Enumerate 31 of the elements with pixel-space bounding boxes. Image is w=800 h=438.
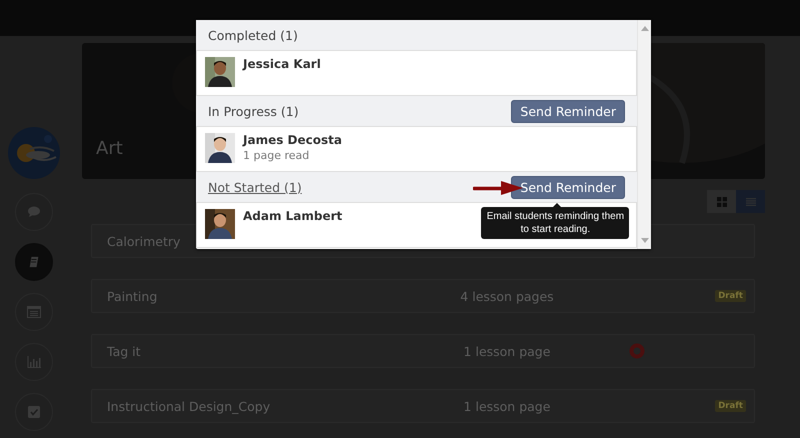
list-view-button[interactable] bbox=[736, 190, 765, 213]
page-count: 1 lesson page bbox=[462, 344, 552, 358]
sidebar-item[interactable] bbox=[15, 393, 53, 431]
scroll-down-icon[interactable] bbox=[640, 238, 648, 243]
chat-icon bbox=[27, 206, 41, 218]
bar-chart-icon bbox=[27, 356, 41, 368]
lesson-title: Painting bbox=[107, 288, 158, 304]
arrow-annotation bbox=[473, 180, 523, 196]
status-badge: Draft bbox=[715, 400, 746, 412]
sidebar-item[interactable] bbox=[15, 243, 53, 281]
grid-view-button[interactable] bbox=[707, 190, 736, 213]
grid-icon bbox=[716, 196, 726, 206]
page-count: 4 lesson pages bbox=[459, 288, 555, 304]
checkbox-icon bbox=[27, 406, 41, 418]
send-reminder-button[interactable]: Send Reminder bbox=[511, 176, 625, 198]
lesson-title: Instructional Design_Copy bbox=[107, 398, 272, 414]
book-icon bbox=[27, 256, 41, 268]
scroll-up-icon[interactable] bbox=[640, 26, 648, 31]
list-icon bbox=[27, 306, 41, 318]
sidebar-item[interactable] bbox=[15, 293, 53, 331]
status-badge: Draft bbox=[715, 290, 746, 302]
sidebar-item[interactable] bbox=[15, 193, 53, 231]
sidebar-item[interactable] bbox=[15, 343, 53, 381]
lesson-title: Calorimetry bbox=[107, 234, 182, 248]
ring-icon bbox=[629, 343, 645, 359]
group-heading: Completed (1) bbox=[208, 28, 298, 42]
student-name: Adam Lambert bbox=[243, 209, 342, 223]
list-icon bbox=[746, 196, 756, 206]
group-heading[interactable]: Not Started (1) bbox=[208, 180, 302, 194]
lesson-title: Tag it bbox=[107, 344, 142, 358]
page-count: 1 lesson page bbox=[462, 398, 552, 414]
